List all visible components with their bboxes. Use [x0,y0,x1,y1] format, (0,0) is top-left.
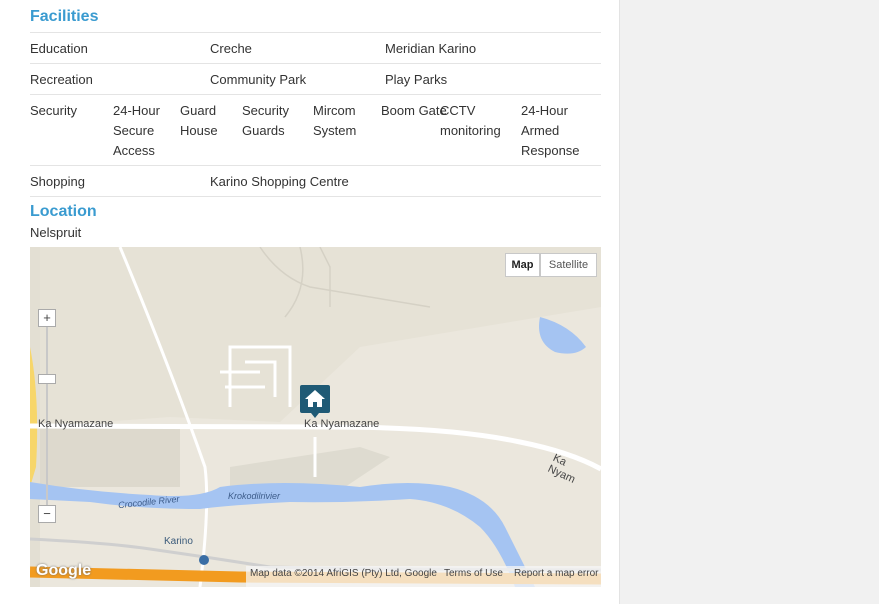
facility-label: Security [30,103,77,118]
location-town: Nelspruit [30,225,82,240]
home-icon [305,390,325,418]
facility-value: Community Park [210,72,307,87]
facilities-table: Education Creche Meridian Karino Recreat… [30,32,601,197]
facility-row-shopping: Shopping Karino Shopping Centre [30,165,601,197]
facilities-heading: Facilities [30,8,99,25]
location-heading: Location [30,203,97,220]
zoom-in-button[interactable]: + [38,309,56,327]
map-type-satellite-button[interactable]: Satellite [540,253,597,277]
zoom-slider-track[interactable] [46,327,48,507]
facility-row-recreation: Recreation Community Park Play Parks [30,63,601,94]
facility-value: Karino Shopping Centre [210,174,349,189]
facility-label: Recreation [30,72,93,87]
listing-panel: Facilities Education Creche Meridian Kar… [0,0,620,604]
facility-row-security: Security 24-Hour Secure Access Guard Hou… [30,94,601,165]
zoom-out-button[interactable]: − [38,505,56,523]
map-attribution: Map data ©2014 AfriGIS (Pty) Ltd, Google [250,568,437,579]
road-label: Ka Nyamazane [304,418,380,430]
facility-value: Mircom System [313,103,357,138]
map-type-map-button[interactable]: Map [505,253,540,277]
facility-value: Meridian Karino [385,41,477,56]
facility-row-education: Education Creche Meridian Karino [30,32,601,63]
terms-link[interactable]: Terms of Use [444,568,503,579]
facility-value: Play Parks [385,72,448,87]
station-icon [199,555,209,565]
facility-value: 24-Hour Secure Access [113,103,160,158]
facility-label: Shopping [30,174,85,189]
river-label: Krokodilrivier [228,491,281,501]
property-marker[interactable] [300,385,330,418]
road-label: Ka Nyamazane [38,418,114,430]
facility-value: 24-Hour Armed Response [521,103,580,158]
map-widget[interactable]: Map Satellite + − Ka Nyamazane Ka Nyamaz… [30,247,601,587]
facility-value: Creche [210,41,252,56]
facility-value: Security Guards [242,103,289,138]
google-logo: Google [36,562,92,579]
facility-label: Education [30,41,88,56]
facility-value: CCTV monitoring [440,103,501,138]
station-label: Karino [164,536,193,547]
zoom-slider-handle[interactable] [38,374,56,384]
report-error-link[interactable]: Report a map error [514,568,598,579]
